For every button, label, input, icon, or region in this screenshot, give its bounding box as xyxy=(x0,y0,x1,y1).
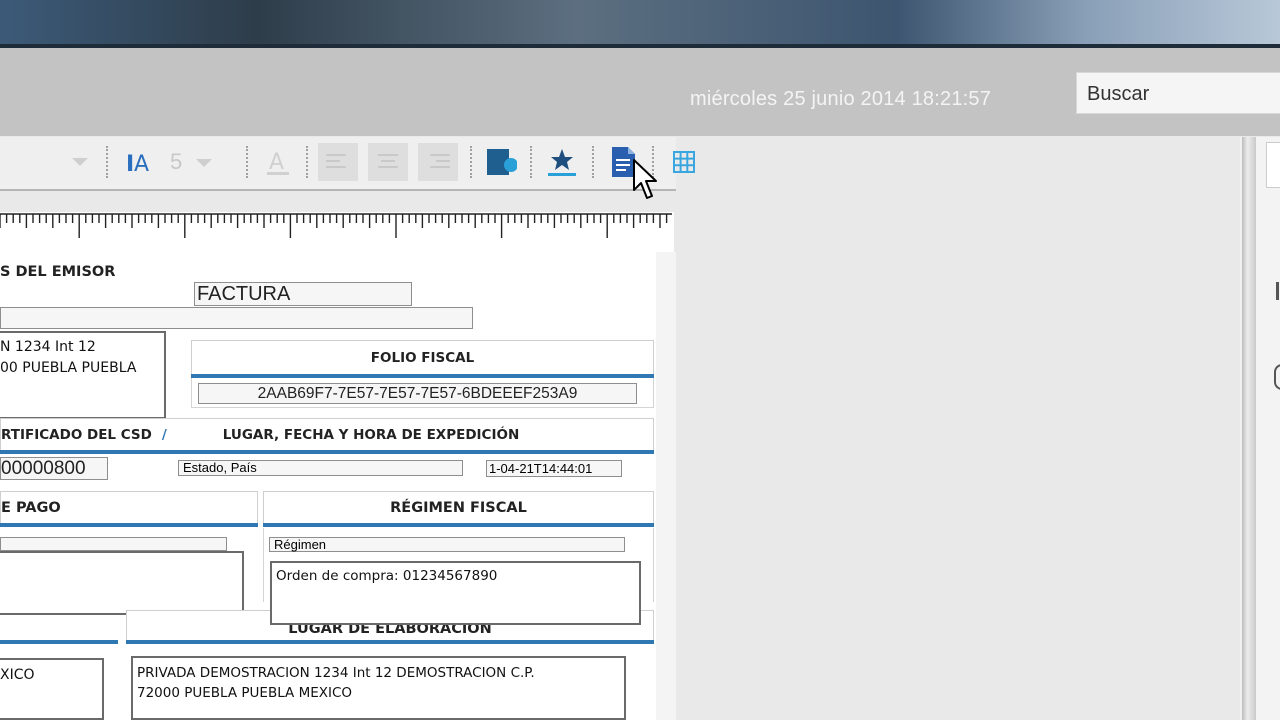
pago-header: E PAGO xyxy=(0,491,258,523)
font-color-icon[interactable]: A xyxy=(258,143,298,181)
regimen-accent-bar xyxy=(263,523,654,527)
font-color-glyph: A xyxy=(267,150,289,175)
csd-slash: / xyxy=(161,426,167,443)
svg-text:A: A xyxy=(134,152,149,175)
pago-accent-bar xyxy=(0,523,258,527)
csd-value-field[interactable]: 00000800 xyxy=(0,457,108,480)
csd-header: RTIFICADO DEL CSD / LUGAR, FECHA Y HORA … xyxy=(0,418,654,450)
elaboracion-accent-bar xyxy=(126,640,654,644)
csd-value: 00000800 xyxy=(1,458,86,479)
panel-splitter[interactable] xyxy=(1242,137,1256,720)
align-left-glyph xyxy=(326,154,346,168)
right-panel-body xyxy=(1256,137,1280,720)
svg-text:I: I xyxy=(126,152,134,175)
orden-text: Orden de compra: 01234567890 xyxy=(276,568,498,584)
stamp-glyph xyxy=(548,149,576,176)
fecha-field[interactable]: 1-04-21T14:44:01 xyxy=(486,460,622,477)
document-title-field[interactable]: FACTURA xyxy=(194,282,412,306)
regimen-header: RÉGIMEN FISCAL xyxy=(263,491,654,523)
toolbar-separator xyxy=(106,146,110,178)
search-input[interactable]: Buscar xyxy=(1076,72,1280,114)
align-left-icon[interactable] xyxy=(318,143,358,181)
elaboracion-line-1: PRIVADA DEMOSTRACION 1234 Int 12 DEMOSTR… xyxy=(137,665,535,681)
toolbar-separator xyxy=(470,146,474,178)
orden-box[interactable]: Orden de compra: 01234567890 xyxy=(270,561,641,625)
toolbar-separator xyxy=(246,146,250,178)
right-panel-bar xyxy=(1276,282,1279,300)
elaboracion-line-2: 72000 PUEBLA PUEBLA MEXICO xyxy=(137,685,353,701)
regimen-field[interactable]: Régimen xyxy=(269,537,625,552)
left-bottom-box[interactable]: XICO xyxy=(0,658,104,720)
regimen-border xyxy=(263,528,264,602)
toolbar-separator xyxy=(530,146,534,178)
folio-value: 2AAB69F7-7E57-7E57-7E57-6BDEEEF253A9 xyxy=(257,385,578,402)
datetime-display: miércoles 25 junio 2014 18:21:57 xyxy=(690,88,992,110)
address-line-1: N 1234 Int 12 xyxy=(0,339,96,355)
grid-icon[interactable] xyxy=(664,143,704,181)
toolbar-separator xyxy=(306,146,310,178)
estado-field[interactable]: Estado, País xyxy=(178,460,463,476)
folio-value-field[interactable]: 2AAB69F7-7E57-7E57-7E57-6BDEEEF253A9 xyxy=(198,383,637,404)
image-glyph xyxy=(487,149,517,175)
emisor-name-field[interactable] xyxy=(0,307,473,329)
desktop-background xyxy=(0,0,1280,44)
text-size-glyph: I A xyxy=(126,152,149,175)
emisor-address-box[interactable]: N 1234 Int 12 00 PUEBLA PUEBLA xyxy=(0,331,166,419)
document-title: FACTURA xyxy=(197,283,291,305)
pago-box[interactable] xyxy=(0,551,244,615)
estado-value: Estado, País xyxy=(183,460,257,475)
align-right-icon[interactable] xyxy=(418,143,458,181)
toolbar-divider xyxy=(0,189,676,191)
folio-header: FOLIO FISCAL xyxy=(191,340,654,374)
font-size-dropdown[interactable]: 5 xyxy=(166,146,236,178)
ruler xyxy=(0,212,674,252)
right-panel-field[interactable] xyxy=(1266,142,1280,188)
grid-glyph xyxy=(673,151,695,173)
align-center-glyph xyxy=(378,154,398,168)
pago-field[interactable] xyxy=(0,537,227,551)
fecha-value: 1-04-21T14:44:01 xyxy=(489,461,593,476)
regimen-value: Régimen xyxy=(274,537,327,552)
csd-label: RTIFICADO DEL CSD xyxy=(1,426,152,443)
left-bottom-text: XICO xyxy=(0,667,35,683)
chevron-down-icon xyxy=(196,159,213,167)
left-accent-bar xyxy=(0,640,118,644)
image-icon[interactable] xyxy=(480,143,520,181)
pago-label: E PAGO xyxy=(1,499,61,516)
ruler-ticks xyxy=(0,213,672,238)
regimen-border xyxy=(653,528,654,602)
font-dropdown[interactable] xyxy=(0,145,100,177)
right-panel-c-glyph xyxy=(1274,364,1280,390)
regimen-label: RÉGIMEN FISCAL xyxy=(390,499,527,516)
lugar-label: LUGAR, FECHA Y HORA DE EXPEDICIÓN xyxy=(222,426,520,443)
font-size-value: 5 xyxy=(170,149,183,174)
csd-accent-bar xyxy=(0,450,654,454)
address-line-2: 00 PUEBLA PUEBLA xyxy=(0,360,137,376)
svg-text:A: A xyxy=(269,150,284,175)
emisor-label: S DEL EMISOR xyxy=(0,264,116,280)
folio-label: FOLIO FISCAL xyxy=(370,349,475,366)
align-right-glyph xyxy=(430,154,450,168)
search-placeholder: Buscar xyxy=(1087,83,1150,105)
elaboracion-box[interactable]: PRIVADA DEMOSTRACION 1234 Int 12 DEMOSTR… xyxy=(131,656,626,720)
chevron-down-icon xyxy=(72,158,88,166)
stamp-icon[interactable] xyxy=(542,143,582,181)
toolbar-separator xyxy=(592,146,596,178)
text-size-icon[interactable]: I A xyxy=(118,143,158,181)
mouse-cursor-icon xyxy=(633,159,657,199)
align-center-icon[interactable] xyxy=(368,143,408,181)
